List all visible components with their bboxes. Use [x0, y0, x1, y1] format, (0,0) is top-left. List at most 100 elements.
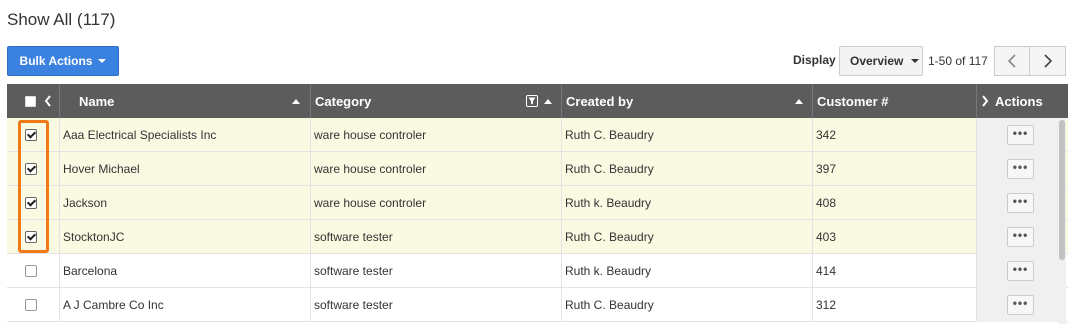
- chevron-left-icon: [44, 95, 51, 107]
- expand-columns-button[interactable]: [981, 84, 989, 118]
- row-actions-cell: •••: [1007, 118, 1034, 152]
- cell-divider: [976, 288, 977, 322]
- row-actions-cell: •••: [1007, 288, 1034, 322]
- scrollbar-thumb[interactable]: [1059, 120, 1065, 260]
- row-checkbox-cell[interactable]: [25, 254, 37, 288]
- column-header-category[interactable]: Category: [315, 84, 371, 118]
- row-checkbox[interactable]: [25, 231, 37, 243]
- column-header-name[interactable]: Name: [79, 84, 114, 118]
- cell-divider: [59, 186, 60, 220]
- select-all-box[interactable]: [25, 95, 36, 107]
- cell-customer-no: 414: [816, 264, 837, 278]
- row-checkbox[interactable]: [25, 129, 37, 141]
- row-checkbox[interactable]: [25, 163, 37, 175]
- cell-divider: [59, 254, 60, 288]
- row-actions-button[interactable]: •••: [1007, 159, 1034, 179]
- row-checkbox-cell[interactable]: [25, 220, 37, 254]
- prev-page-button[interactable]: [994, 46, 1030, 76]
- view-select-value: Overview: [850, 54, 904, 68]
- column-name-label: Name: [79, 93, 115, 109]
- cell-created-by: Ruth C. Beaudry: [565, 298, 654, 312]
- row-actions-button[interactable]: •••: [1007, 227, 1034, 247]
- cell-divider: [310, 118, 311, 152]
- column-category-label: Category: [315, 93, 372, 109]
- next-page-button[interactable]: [1030, 46, 1066, 76]
- cell-category: software tester: [314, 230, 393, 244]
- cell-divider: [812, 288, 813, 322]
- bulk-actions-button[interactable]: Bulk Actions: [7, 46, 119, 76]
- cell-created-by: Ruth C. Beaudry: [565, 162, 654, 176]
- grid-body: Aaa Electrical Specialists Inc ware hous…: [7, 118, 1068, 322]
- cell-customer-no: 408: [816, 196, 837, 210]
- cell-divider: [812, 220, 813, 254]
- cell-divider: [561, 254, 562, 288]
- sort-ascending-icon: [544, 98, 552, 104]
- cell-name[interactable]: A J Cambre Co Inc: [63, 288, 164, 322]
- cell-divider: [310, 220, 311, 254]
- column-header-customer-no[interactable]: Customer #: [817, 84, 889, 118]
- row-actions-button[interactable]: •••: [1007, 261, 1034, 281]
- row-checkbox-cell[interactable]: [25, 186, 37, 220]
- cell-created-by: Ruth k. Beaudry: [565, 264, 652, 278]
- filter-icon: [526, 95, 538, 107]
- row-actions-button[interactable]: •••: [1007, 125, 1034, 145]
- cell-created-by: Ruth C. Beaudry: [565, 128, 654, 142]
- row-checkbox[interactable]: [25, 299, 37, 311]
- cell-divider: [561, 288, 562, 322]
- cell-created-by: Ruth C. Beaudry: [565, 230, 654, 244]
- row-checkbox[interactable]: [25, 265, 37, 277]
- cell-name[interactable]: Hover Michael: [63, 152, 140, 186]
- grid-header: Name Category Created by Customer # Acti…: [7, 84, 1068, 118]
- row-checkbox-cell[interactable]: [25, 152, 37, 186]
- pagination-range: 1-50 of 117: [928, 54, 988, 68]
- sort-name-button[interactable]: [292, 84, 300, 118]
- table-row[interactable]: A J Cambre Co Inc software tester Ruth C…: [7, 288, 1068, 322]
- select-all-checkbox[interactable]: [25, 84, 36, 118]
- page-title: Show All (117): [7, 10, 116, 29]
- chevron-right-icon: [982, 95, 989, 107]
- row-checkbox-cell[interactable]: [25, 288, 37, 322]
- table-row[interactable]: Jackson ware house controler Ruth k. Bea…: [7, 186, 1068, 220]
- cell-divider: [976, 118, 977, 152]
- column-header-created-by[interactable]: Created by: [566, 84, 633, 118]
- sort-created-by-button[interactable]: [795, 84, 803, 118]
- table-row[interactable]: Barcelona software tester Ruth k. Beaudr…: [7, 254, 1068, 288]
- row-actions-button[interactable]: •••: [1007, 295, 1034, 315]
- cell-divider: [59, 220, 60, 254]
- table-row[interactable]: Aaa Electrical Specialists Inc ware hous…: [7, 118, 1068, 152]
- cell-category: ware house controler: [314, 128, 427, 142]
- column-divider: [310, 84, 311, 118]
- cell-name[interactable]: Aaa Electrical Specialists Inc: [63, 118, 216, 152]
- cell-divider: [976, 220, 977, 254]
- column-created-by-label: Created by: [566, 93, 634, 109]
- row-actions-cell: •••: [1007, 186, 1034, 220]
- cell-divider: [59, 118, 60, 152]
- cell-divider: [976, 254, 977, 288]
- cell-customer-no: 397: [816, 162, 837, 176]
- cell-divider: [812, 152, 813, 186]
- caret-down-icon: [98, 59, 107, 63]
- cell-category: ware house controler: [314, 162, 427, 176]
- row-checkbox-cell[interactable]: [25, 118, 37, 152]
- view-select[interactable]: Overview: [839, 46, 923, 76]
- row-checkbox[interactable]: [25, 197, 37, 209]
- column-header-actions: Actions: [995, 84, 1043, 118]
- row-actions-button[interactable]: •••: [1007, 193, 1034, 213]
- collapse-columns-button[interactable]: [44, 84, 52, 118]
- cell-divider: [561, 186, 562, 220]
- cell-divider: [561, 118, 562, 152]
- cell-name[interactable]: Jackson: [63, 186, 107, 220]
- filter-category-button[interactable]: [526, 84, 552, 118]
- cell-category: ware house controler: [314, 196, 427, 210]
- cell-divider: [59, 288, 60, 322]
- cell-divider: [561, 220, 562, 254]
- cell-name[interactable]: Barcelona: [63, 254, 117, 288]
- column-divider: [59, 84, 60, 118]
- chevron-right-icon: [1043, 54, 1052, 68]
- cell-divider: [812, 254, 813, 288]
- table-row[interactable]: Hover Michael ware house controler Ruth …: [7, 152, 1068, 186]
- table-row[interactable]: StocktonJC software tester Ruth C. Beaud…: [7, 220, 1068, 254]
- sort-ascending-icon: [292, 98, 300, 104]
- cell-name[interactable]: StocktonJC: [63, 220, 124, 254]
- cell-divider: [310, 152, 311, 186]
